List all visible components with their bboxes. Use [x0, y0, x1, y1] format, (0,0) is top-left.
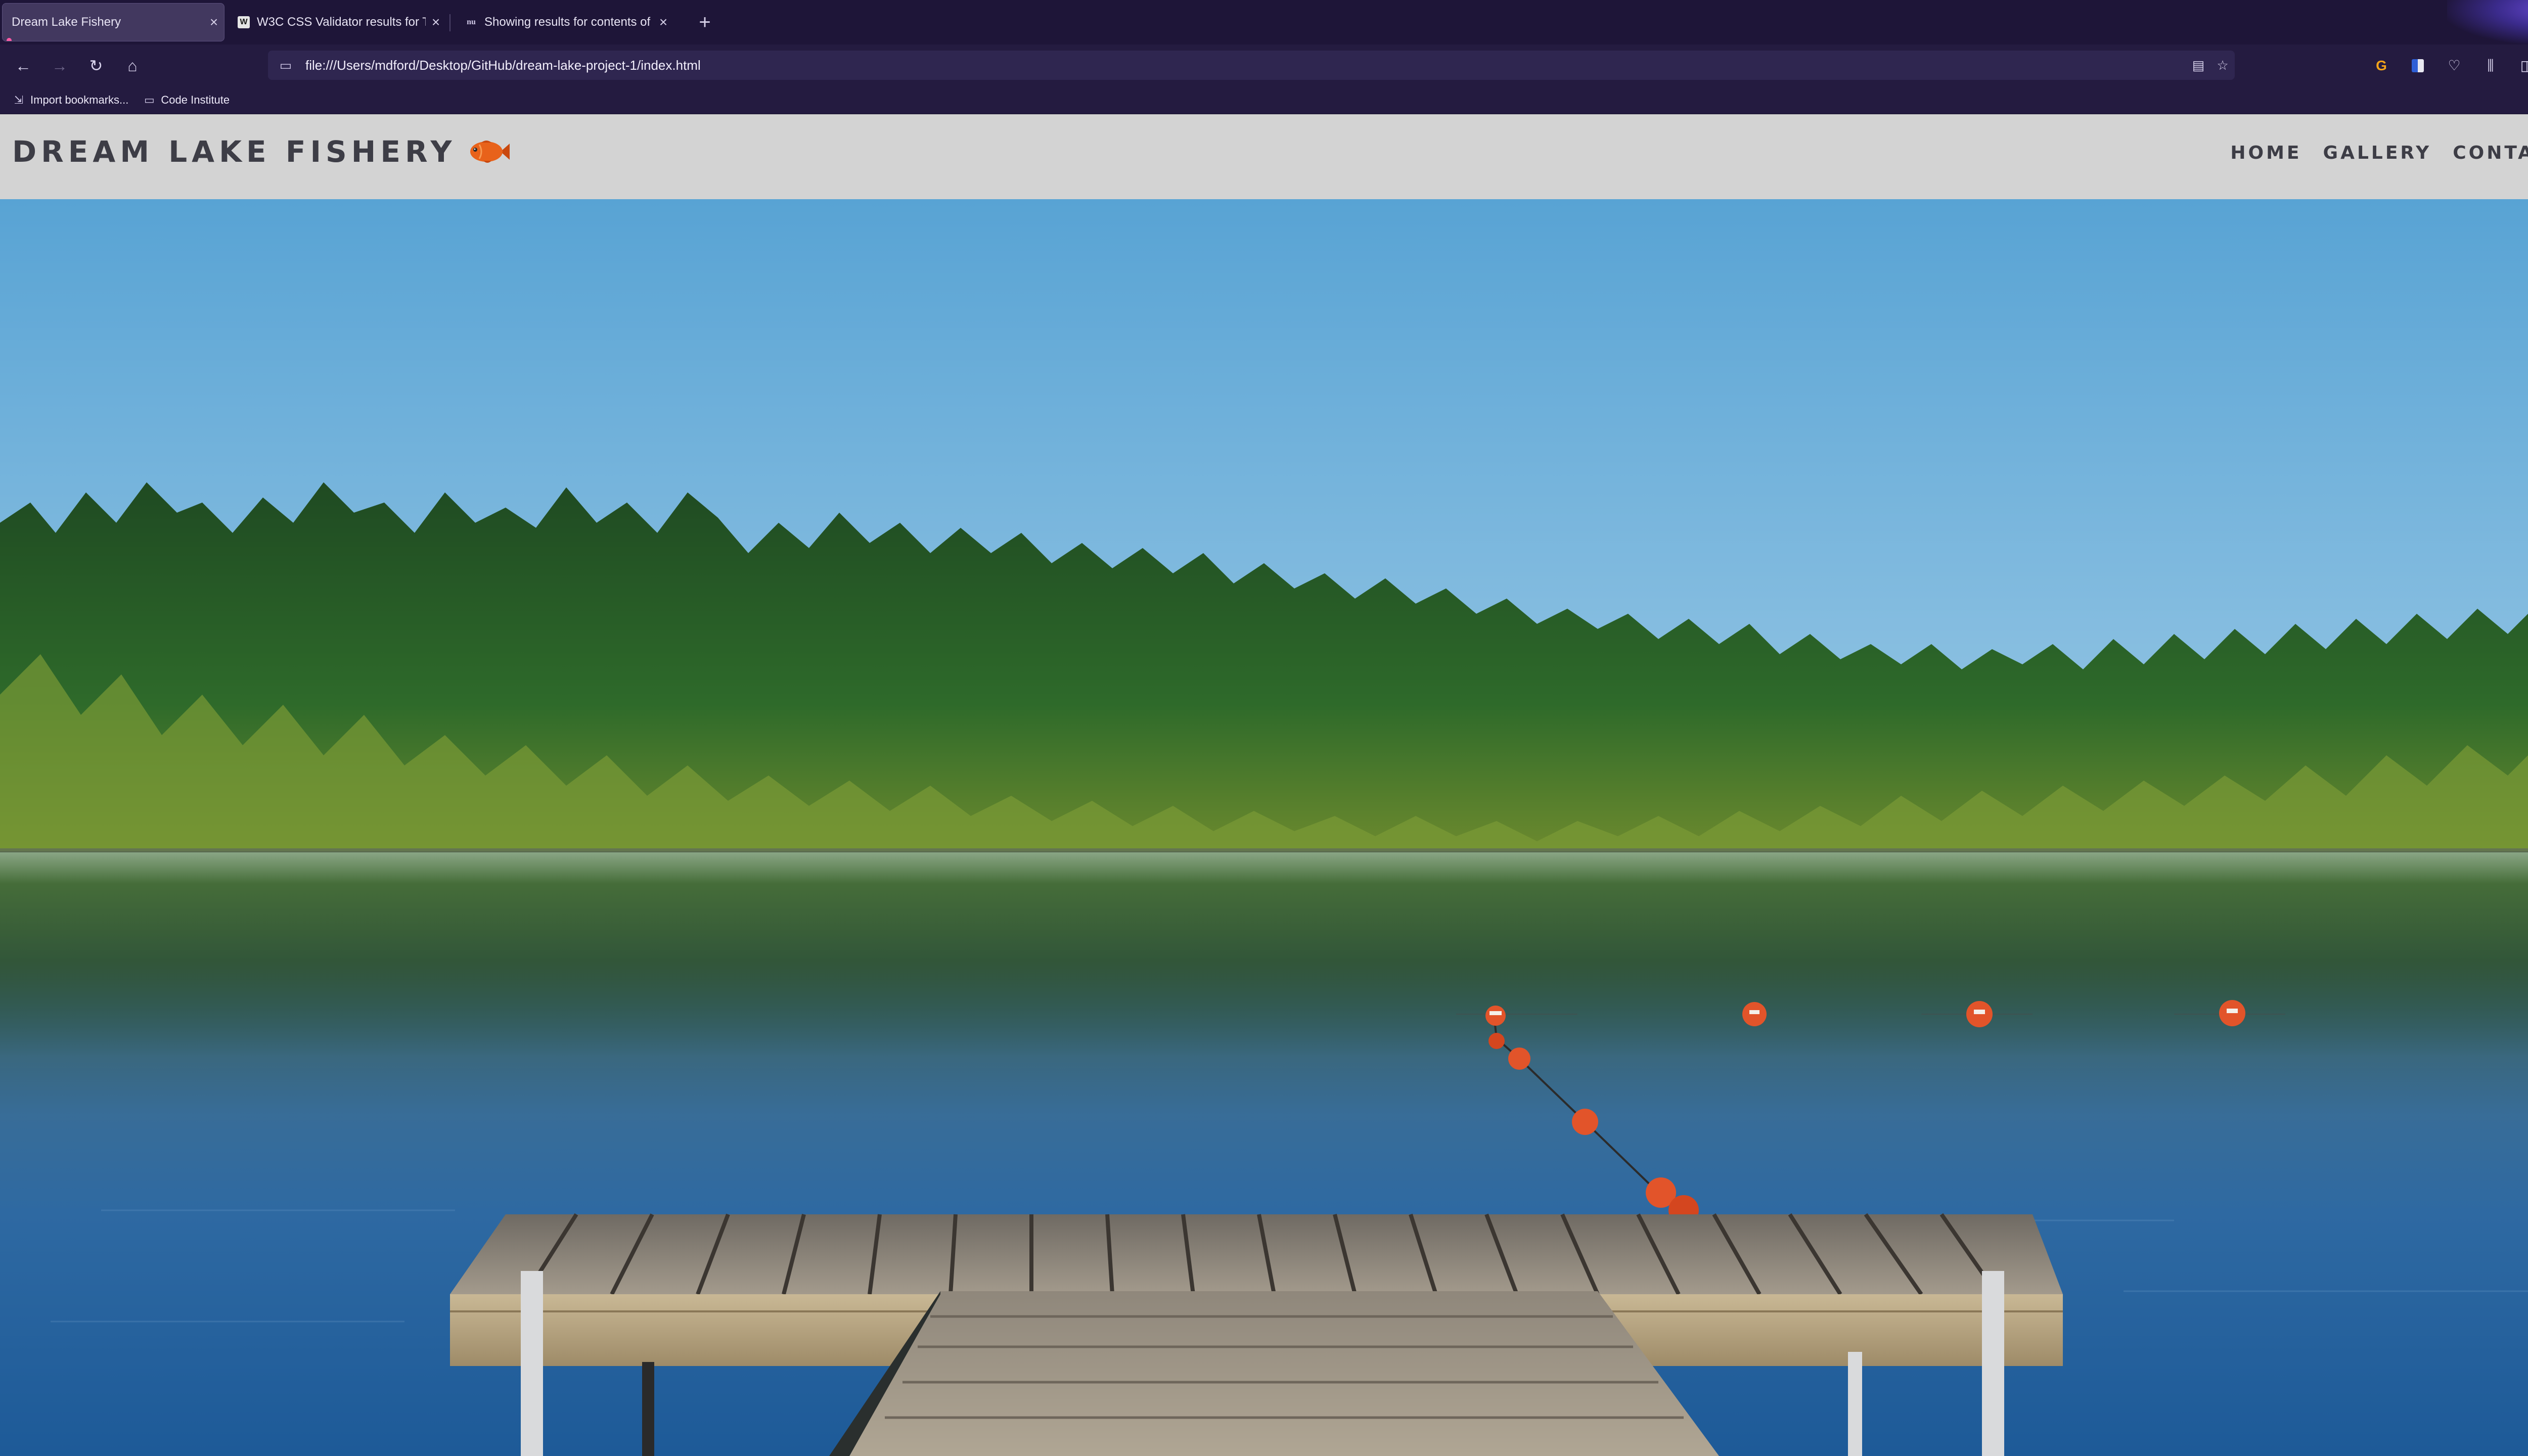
- nu-icon: nu: [467, 18, 476, 26]
- address-bar[interactable]: ▭ file:///Users/mdford/Desktop/GitHub/dr…: [268, 51, 2235, 80]
- site-header: Dream Lake Fishery Home Gallery Contact: [0, 114, 2528, 199]
- back-button[interactable]: ←: [11, 54, 35, 78]
- tab-label: Dream Lake Fishery: [12, 15, 121, 29]
- theme-decoration: [2447, 0, 2528, 44]
- sidebar-icon[interactable]: ◫: [2515, 54, 2528, 78]
- w3c-icon: W: [238, 16, 250, 28]
- site-navigation: Home Gallery Contact: [2209, 143, 2528, 163]
- tab-nu-validator[interactable]: nu Showing results for contents of ×: [456, 3, 673, 41]
- tab-w3c-validator[interactable]: W W3C CSS Validator results for Te ×: [229, 3, 446, 41]
- bookmarks-toolbar: ⇲ Import bookmarks... ▭ Code Institute: [0, 86, 2528, 114]
- bookmark-label: Import bookmarks...: [30, 93, 129, 106]
- new-tab-button[interactable]: +: [693, 9, 717, 35]
- pocket-icon[interactable]: ♡: [2442, 54, 2466, 78]
- hero-image: [0, 199, 2528, 1456]
- lake-dock-photo: [0, 199, 2528, 1456]
- bookmark-star-icon[interactable]: ☆: [2210, 53, 2235, 77]
- nav-contact[interactable]: Contact: [2453, 143, 2528, 163]
- tab-label: W3C CSS Validator results for Te: [257, 15, 426, 29]
- web-page: Dream Lake Fishery Home Gallery Contact: [0, 114, 2528, 1456]
- bookmark-code-institute[interactable]: ▭ Code Institute: [143, 94, 230, 107]
- fish-icon: [470, 141, 510, 163]
- tab-label: Showing results for contents of: [484, 15, 651, 29]
- close-tab-icon[interactable]: ×: [204, 14, 224, 30]
- url-text[interactable]: file:///Users/mdford/Desktop/GitHub/drea…: [305, 58, 2186, 73]
- home-button[interactable]: ⌂: [120, 54, 145, 78]
- library-icon[interactable]: ⫼: [2478, 54, 2503, 78]
- browser-tab-bar: Dream Lake Fishery × W W3C CSS Validator…: [0, 0, 2528, 44]
- reader-view-icon[interactable]: ▤: [2186, 53, 2210, 77]
- import-icon: ⇲: [14, 93, 24, 106]
- browser-navigation-bar: ← → ↻ ⌂ ▭ file:///Users/mdford/Desktop/G…: [0, 44, 2528, 86]
- bookmark-label: Code Institute: [161, 93, 230, 106]
- extension-flag-icon[interactable]: [2406, 54, 2430, 78]
- page-icon: ▭: [279, 58, 292, 73]
- nav-home[interactable]: Home: [2230, 143, 2301, 163]
- nav-gallery[interactable]: Gallery: [2323, 143, 2432, 163]
- folder-icon: ▭: [144, 93, 155, 106]
- site-title[interactable]: Dream Lake Fishery: [12, 134, 456, 169]
- forward-button[interactable]: →: [48, 54, 72, 78]
- tab-separator: [449, 14, 450, 31]
- close-tab-icon[interactable]: ×: [653, 14, 673, 30]
- bookmark-import[interactable]: ⇲ Import bookmarks...: [12, 93, 129, 107]
- extension-icon[interactable]: G: [2369, 54, 2394, 78]
- site-brand[interactable]: Dream Lake Fishery: [12, 134, 510, 169]
- reload-button[interactable]: ↻: [84, 54, 108, 78]
- close-tab-icon[interactable]: ×: [426, 14, 446, 30]
- tab-dream-lake-fishery[interactable]: Dream Lake Fishery ×: [2, 3, 224, 41]
